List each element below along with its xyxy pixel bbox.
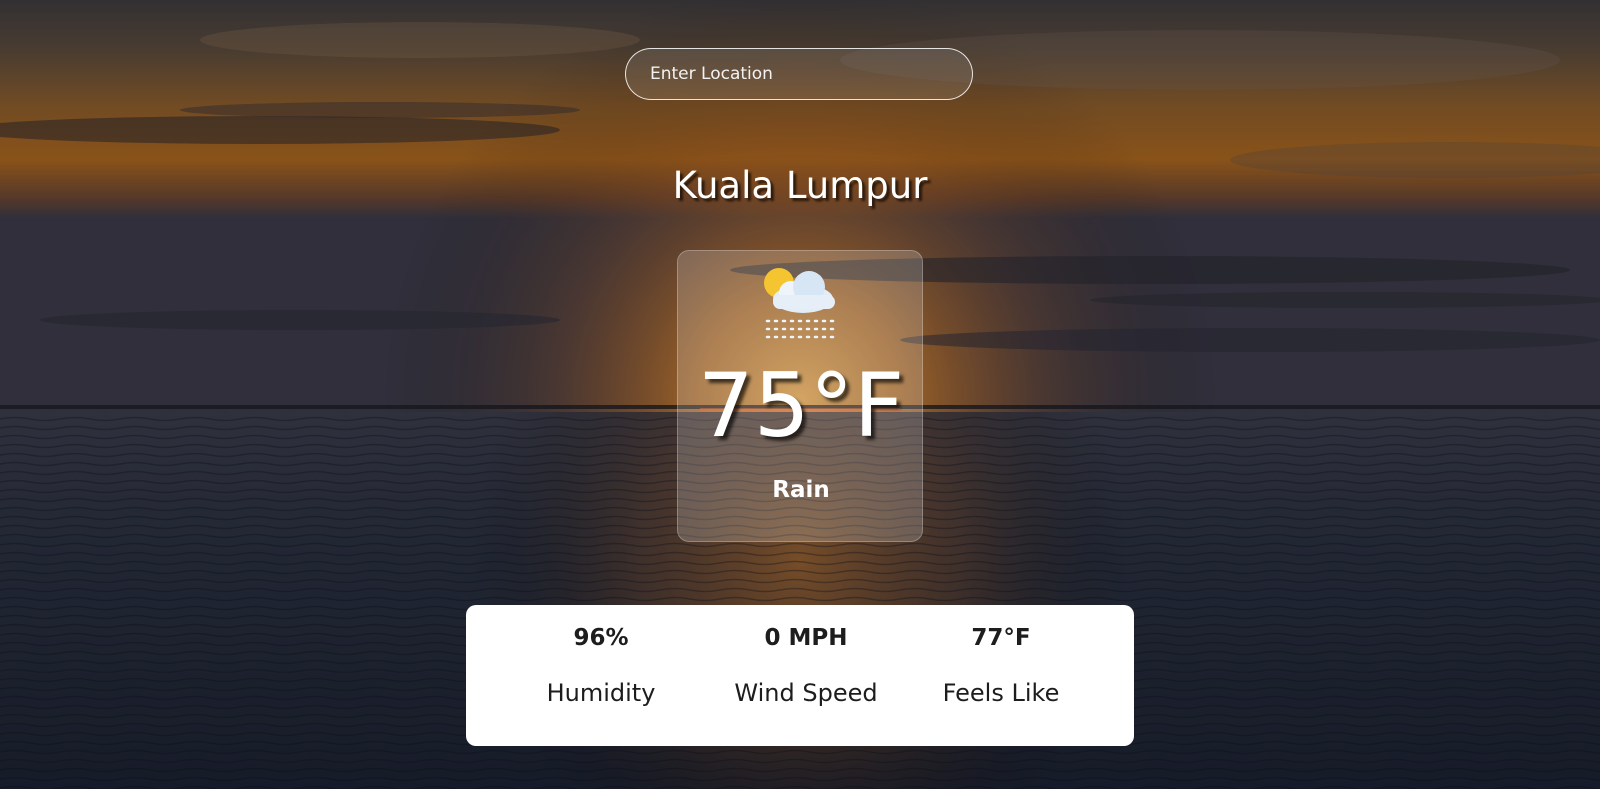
feels-like-label: Feels Like xyxy=(942,679,1060,707)
wind-speed-label: Wind Speed xyxy=(734,679,878,707)
location-search-input[interactable] xyxy=(625,48,973,100)
weather-app: Kuala Lumpur 75°F Rain 96% Humidity xyxy=(0,0,1600,789)
wind-speed-value: 0 MPH xyxy=(764,625,848,651)
partly-cloudy-rain-icon xyxy=(764,268,839,339)
feels-like-value: 77°F xyxy=(971,625,1031,651)
weather-condition: Rain xyxy=(772,477,830,503)
main-content: Kuala Lumpur 75°F Rain 96% Humidity xyxy=(0,0,1600,789)
humidity-stat: 96% Humidity xyxy=(531,605,671,746)
weather-details-panel: 96% Humidity 0 MPH Wind Speed 77°F Feels… xyxy=(466,605,1134,746)
current-temperature: 75°F xyxy=(697,354,905,457)
wind-speed-stat: 0 MPH Wind Speed xyxy=(711,605,901,746)
current-weather-card: 75°F Rain xyxy=(677,250,923,542)
humidity-value: 96% xyxy=(573,625,629,651)
feels-like-stat: 77°F Feels Like xyxy=(926,605,1076,746)
humidity-label: Humidity xyxy=(546,679,656,707)
city-name: Kuala Lumpur xyxy=(672,164,928,207)
